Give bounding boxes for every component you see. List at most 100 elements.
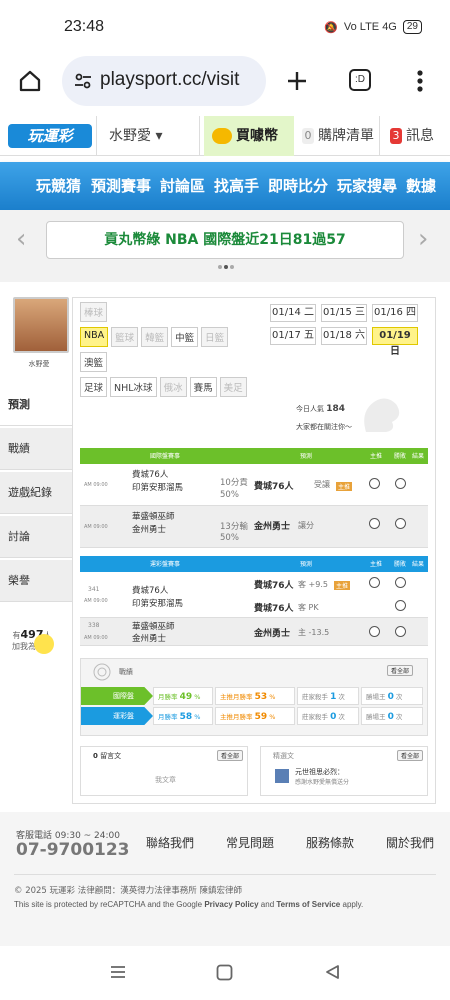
date-0114[interactable]: 01/14 二 xyxy=(270,304,316,322)
hotline-number: 07-9700123 xyxy=(16,840,130,860)
sport-basketball[interactable]: 籃球 xyxy=(111,327,139,347)
cart-label: 購牌清單 xyxy=(318,128,374,144)
menu-item-data[interactable]: 數據 xyxy=(406,175,436,196)
sport-nhl[interactable]: NHL冰球 xyxy=(110,377,157,397)
new-tab-icon[interactable] xyxy=(286,70,308,92)
mute-icon: 🔕 xyxy=(324,21,338,34)
main-menu: 玩競猜 預測賽事 討論區 找高手 即時比分 玩家搜尋 數據 xyxy=(0,162,450,210)
table-row: AM 09:00 費城76人 印第安那溜馬 10分貢 50% 費城76人 受讓 … xyxy=(80,464,428,506)
chevron-right-icon[interactable]: › xyxy=(418,224,428,254)
tab-record[interactable]: 戰績 xyxy=(0,428,72,470)
main-pick-radio[interactable] xyxy=(369,626,380,637)
squirrel-mascot-icon xyxy=(364,398,400,432)
home-button-icon[interactable] xyxy=(216,964,233,981)
footer-link-terms[interactable]: 服務條款 xyxy=(306,834,354,851)
ticker-area: ‹ 貢丸幣綠 NBA 國際盤近21日81過57 › xyxy=(0,210,450,282)
avatar xyxy=(13,297,69,353)
tab-game-log[interactable]: 遊戲紀錄 xyxy=(0,472,72,514)
stats-row-tw: 運彩盤 月勝率 58 % 主推月勝率 59 % 莊家殺手 0 次 勝場王 0 次 xyxy=(81,707,427,725)
chevron-down-icon: ▾ xyxy=(155,128,163,144)
site-settings-icon[interactable] xyxy=(74,72,92,90)
target-icon xyxy=(93,663,111,681)
tab-switcher-button[interactable]: :D xyxy=(349,69,371,91)
sport-khl[interactable]: 俄冰 xyxy=(159,377,187,397)
recents-icon[interactable] xyxy=(110,964,126,980)
network-label: Vo LTE 4G xyxy=(343,21,397,33)
date-0118[interactable]: 01/18 六 xyxy=(321,327,367,345)
intl-table-header: 國際盤賽事 預測 主推 勝敗 結果 xyxy=(80,448,428,464)
win-loss-radio[interactable] xyxy=(395,600,406,611)
sport-baseball[interactable]: 棒球 xyxy=(80,302,108,322)
buy-coins-button[interactable]: 買噱幣 xyxy=(204,116,294,156)
win-loss-radio[interactable] xyxy=(395,518,406,529)
win-loss-radio[interactable] xyxy=(395,478,406,489)
wall-view-all-button[interactable]: 看全部 xyxy=(216,750,243,761)
site-logo[interactable]: 玩運彩 xyxy=(8,124,92,148)
main-pick-radio[interactable] xyxy=(369,577,380,588)
tab-discussion[interactable]: 討論 xyxy=(0,516,72,558)
messages-count-badge: 3 xyxy=(390,128,402,144)
date-0115[interactable]: 01/15 三 xyxy=(321,304,367,322)
tw-table-header: 運彩盤賽事 預測 主推 勝敗 結果 xyxy=(80,556,428,572)
status-icons: 🔕 Vo LTE 4G 29 xyxy=(324,20,422,34)
sport-soccer[interactable]: 足球 xyxy=(80,377,108,397)
sport-filter: 棒球 NBA 籃球 韓籃 中籃 日籃 澳籃 足球 NHL冰球 俄冰 賽馬 美足 xyxy=(80,302,266,402)
footer-link-contact[interactable]: 聯絡我們 xyxy=(146,834,194,851)
ticker-banner[interactable]: 貢丸幣綠 NBA 國際盤近21日81過57 xyxy=(46,221,404,259)
profile-sidebar: 水野愛 xyxy=(6,297,72,369)
date-0117[interactable]: 01/17 五 xyxy=(270,327,316,345)
popularity: 今日人氣 184 大家都在關注你～ xyxy=(296,404,352,431)
privacy-policy-link[interactable]: Privacy Policy xyxy=(204,900,258,909)
main-pick-radio[interactable] xyxy=(369,518,380,529)
date-0116[interactable]: 01/16 四 xyxy=(372,304,418,322)
sport-nbl[interactable]: 澳籃 xyxy=(80,352,108,372)
sport-kbl[interactable]: 韓籃 xyxy=(141,327,169,347)
wall-box: 0 留言文 看全部 我文章 xyxy=(80,746,248,796)
sport-cba[interactable]: 中籃 xyxy=(171,327,199,347)
tab-honors[interactable]: 榮譽 xyxy=(0,560,72,602)
featured-view-all-button[interactable]: 看全部 xyxy=(396,750,423,761)
sport-nba[interactable]: NBA xyxy=(80,327,109,347)
stats-title: 戰績 xyxy=(119,668,133,676)
site-footer: 客服電話 09:30 ~ 24:00 07-9700123 聯絡我們 常見問題 … xyxy=(0,812,450,946)
messages-link[interactable]: 3 訊息 xyxy=(386,116,450,156)
address-bar[interactable]: playsport.cc/visit xyxy=(62,56,266,106)
menu-item-predict[interactable]: 預測賽事 xyxy=(91,175,151,196)
terms-of-service-link[interactable]: Terms of Service xyxy=(276,900,340,909)
menu-item-player-search[interactable]: 玩家搜尋 xyxy=(337,175,397,196)
date-0119[interactable]: 01/19 日 xyxy=(372,327,418,357)
back-icon[interactable] xyxy=(324,964,340,980)
footer-link-faq[interactable]: 常見問題 xyxy=(226,834,274,851)
menu-item-forum[interactable]: 討論區 xyxy=(160,175,205,196)
main-pick-tag: 主推 xyxy=(336,482,353,491)
stats-view-all-button[interactable]: 看全部 xyxy=(386,665,413,676)
more-menu-icon[interactable] xyxy=(416,69,424,93)
coin-icon xyxy=(212,128,232,144)
main-pick-tag: 主推 xyxy=(334,581,351,590)
menu-item-experts[interactable]: 找高手 xyxy=(214,175,259,196)
sport-horse[interactable]: 賽馬 xyxy=(189,377,217,397)
table-row: 338 AM 09:00 華盛頓巫師 金州勇士 金州勇士 主 -13.5 xyxy=(80,618,428,646)
sport-jbl[interactable]: 日籃 xyxy=(201,327,229,347)
tab-predictions[interactable]: 預測 xyxy=(0,384,72,426)
home-icon[interactable] xyxy=(18,69,42,93)
browser-toolbar: playsport.cc/visit :D xyxy=(0,50,450,112)
user-dropdown[interactable]: 水野愛 ▾ xyxy=(96,116,200,156)
sport-nfl[interactable]: 美足 xyxy=(219,377,247,397)
menu-item-play[interactable]: 玩競猜 xyxy=(36,175,81,196)
menu-item-live-score[interactable]: 即時比分 xyxy=(268,175,328,196)
main-pick-radio[interactable] xyxy=(369,478,380,489)
win-loss-radio[interactable] xyxy=(395,626,406,637)
cart-count-badge: 0 xyxy=(302,128,314,144)
cart-link[interactable]: 0 購牌清單 xyxy=(298,116,380,156)
win-loss-radio[interactable] xyxy=(395,577,406,588)
ticker-pagination xyxy=(218,265,234,269)
featured-item-title[interactable]: 元世祖思必烈： xyxy=(295,767,344,777)
site-top-nav: 玩運彩 水野愛 ▾ 買噱幣 0 購牌清單 3 訊息 xyxy=(0,116,450,156)
featured-box: 精選文 看全部 元世祖思必烈： 感謝水野愛無償送分 xyxy=(260,746,428,796)
chevron-left-icon[interactable]: ‹ xyxy=(16,224,26,254)
messages-label: 訊息 xyxy=(406,128,434,144)
footer-link-about[interactable]: 關於我們 xyxy=(386,834,434,851)
avatar xyxy=(275,769,289,783)
battery-icon: 29 xyxy=(402,20,422,34)
